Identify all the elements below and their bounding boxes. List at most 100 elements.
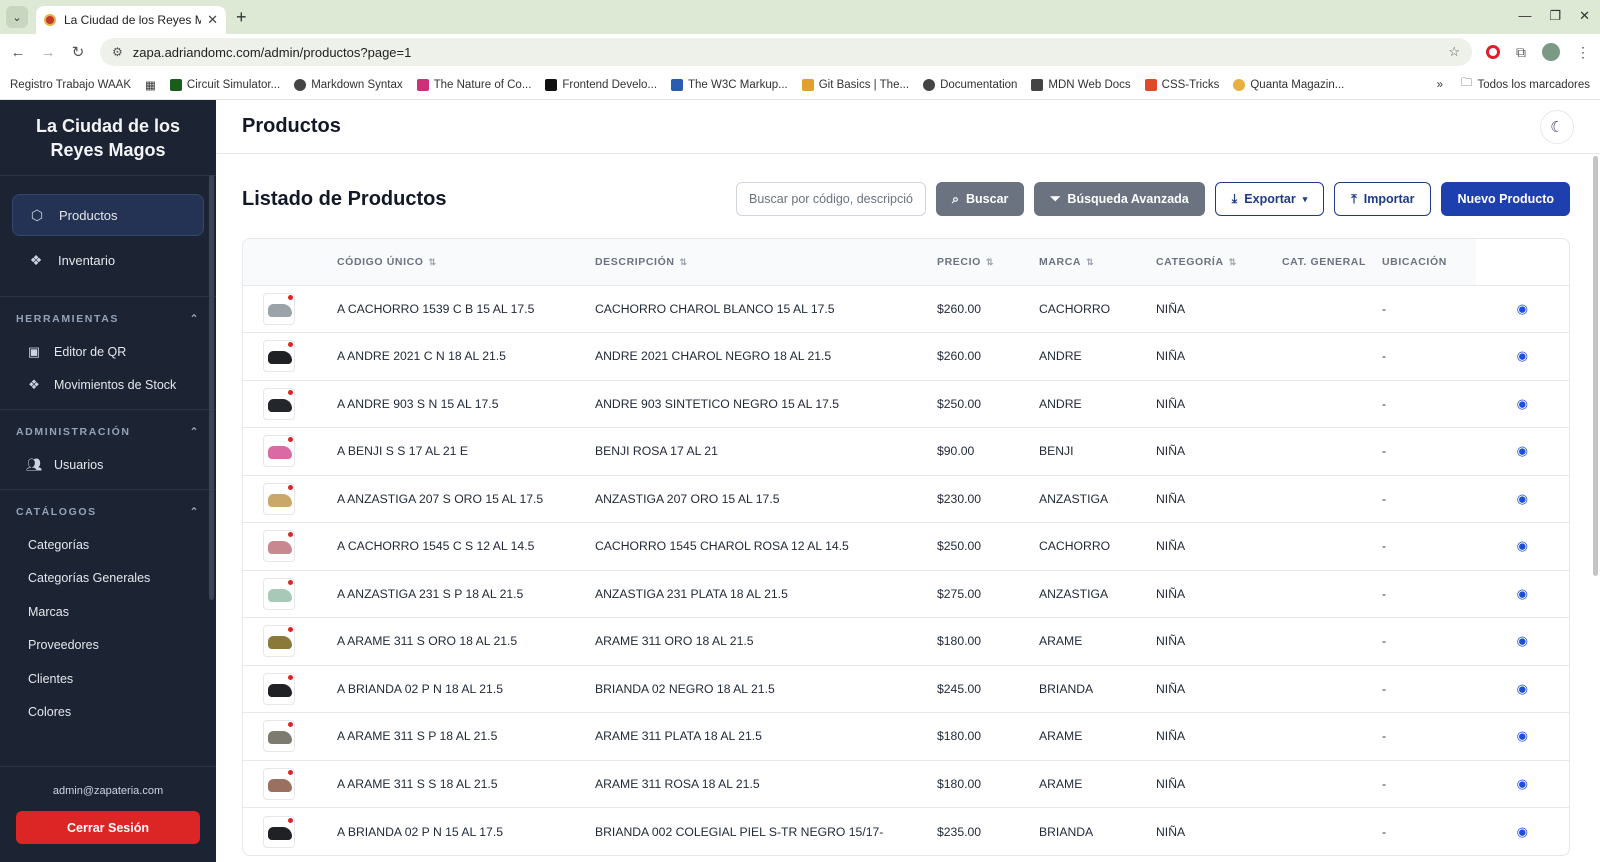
column-header-marca[interactable]: MARCA ⇅ (1039, 239, 1156, 285)
more-bookmarks-icon[interactable]: » (1437, 79, 1443, 91)
import-button[interactable]: ⤒ Importar (1334, 182, 1432, 216)
product-thumbnail[interactable] (263, 340, 295, 373)
tab-search-chevron-icon[interactable]: ⌄ (6, 6, 28, 28)
table-row[interactable]: A ANZASTIGA 231 S P 18 AL 21.5 ANZASTIGA … (243, 570, 1569, 618)
view-eye-icon[interactable]: ◉ (1476, 523, 1570, 571)
product-thumbnail[interactable] (263, 815, 295, 848)
section-header[interactable]: HERRAMIENTAS ⌃ (16, 313, 200, 325)
column-header-descripcion[interactable]: DESCRIPCIÓN ⇅ (595, 239, 937, 285)
bookmark-item[interactable]: Markdown Syntax (294, 78, 403, 91)
all-bookmarks-folder[interactable]: 🗀 Todos los marcadores (1461, 75, 1590, 94)
view-eye-icon[interactable]: ◉ (1476, 713, 1570, 761)
browser-menu-icon[interactable]: ⋮ (1576, 44, 1590, 61)
opera-extension-icon[interactable] (1486, 45, 1500, 59)
table-row[interactable]: A BRIANDA 02 P N 15 AL 17.5 BRIANDA 002 C… (243, 807, 1570, 856)
bookmark-item[interactable]: CSS-Tricks (1144, 78, 1219, 91)
product-thumbnail[interactable] (263, 387, 295, 420)
bookmark-item[interactable]: Circuit Simulator... (169, 78, 280, 91)
table-row[interactable]: A CACHORRO 1539 C B 15 AL 17.5 CACHORRO C… (243, 285, 1569, 333)
sidebar-item-categorias[interactable]: Categorías (16, 528, 200, 562)
bookmark-item[interactable]: Git Basics | The... (801, 78, 909, 91)
table-row[interactable]: A ARAME 311 S ORO 18 AL 21.5 ARAME 311 OR… (243, 617, 1570, 666)
main-scrollbar[interactable] (1593, 156, 1598, 576)
view-eye-icon[interactable]: ◉ (1476, 428, 1570, 476)
search-button[interactable]: ⌕ Buscar (936, 182, 1025, 216)
reload-icon[interactable]: ↻ (70, 43, 86, 61)
sidebar-item-usuarios[interactable]: 👥︎ Usuarios (16, 448, 200, 481)
table-row[interactable]: A BRIANDA 02 P N 18 AL 21.5 BRIANDA 02 NE… (243, 665, 1569, 713)
view-eye-icon[interactable]: ◉ (1476, 760, 1570, 808)
section-header[interactable]: CATÁLOGOS ⌃ (16, 506, 200, 518)
view-eye-icon[interactable]: ◉ (1476, 475, 1570, 523)
table-row[interactable]: A CACHORRO 1545 C S 12 AL 14.5 CACHORRO 1… (243, 522, 1570, 571)
sidebar-item-productos[interactable]: ⬡ Productos (12, 194, 204, 236)
sidebar-item-marcas[interactable]: Marcas (16, 595, 200, 629)
brand-title[interactable]: La Ciudad de los Reyes Magos (0, 100, 216, 176)
bookmark-item[interactable]: Registro Trabajo WAAK (10, 79, 131, 91)
view-eye-icon[interactable]: ◉ (1476, 808, 1570, 856)
close-window-icon[interactable]: ✕ (1579, 8, 1590, 24)
view-eye-icon[interactable]: ◉ (1476, 665, 1570, 713)
table-row[interactable]: A ARAME 311 S P 18 AL 21.5 ARAME 311 PLAT… (243, 712, 1570, 761)
table-row[interactable]: A ANZASTIGA 207 S ORO 15 AL 17.5 ANZASTIG… (243, 475, 1569, 523)
view-eye-icon[interactable]: ◉ (1476, 333, 1570, 381)
product-thumbnail[interactable] (263, 625, 295, 658)
sidebar-item-inventario[interactable]: ❖ Inventario (12, 239, 204, 281)
product-thumbnail[interactable] (263, 482, 295, 515)
bookmark-item[interactable]: The Nature of Co... (416, 78, 531, 91)
restore-icon[interactable]: ❐ (1549, 8, 1561, 24)
minimize-icon[interactable]: — (1518, 8, 1531, 24)
table-row[interactable]: A BENJI S S 17 AL 21 E BENJI ROSA 17 AL 2… (243, 427, 1570, 476)
view-eye-icon[interactable]: ◉ (1476, 618, 1570, 666)
sidebar-item-editor-qr[interactable]: ▣ Editor de QR (16, 335, 200, 368)
cell-ubicacion: - (1382, 776, 1387, 791)
logout-button[interactable]: Cerrar Sesión (16, 811, 200, 844)
bookmark-item[interactable]: The W3C Markup... (671, 78, 788, 91)
profile-avatar[interactable] (1542, 43, 1560, 61)
table-row[interactable]: A ARAME 311 S S 18 AL 21.5 ARAME 311 ROSA… (243, 760, 1569, 808)
bookmark-item[interactable]: MDN Web Docs (1031, 78, 1131, 91)
product-thumbnail[interactable] (263, 767, 295, 800)
address-bar[interactable]: ⚙ zapa.adriandomc.com/admin/productos?pa… (100, 38, 1472, 66)
export-button[interactable]: ⤓ Exportar ▾ (1214, 182, 1325, 216)
theme-toggle-moon-icon[interactable]: ☾ (1540, 109, 1574, 144)
product-thumbnail[interactable] (263, 435, 295, 468)
column-header-categoria[interactable]: CATEGORÍA ⇅ (1156, 239, 1282, 285)
tab-title: La Ciudad de los Reyes Mag (64, 13, 202, 27)
cell-ubicacion: - (1382, 491, 1387, 506)
extensions-puzzle-icon[interactable]: ⧉ (1516, 44, 1526, 61)
browser-tab[interactable]: La Ciudad de los Reyes Mag ✕ (36, 6, 226, 34)
product-thumbnail[interactable] (263, 292, 295, 325)
bookmark-item[interactable]: Documentation (923, 78, 1017, 91)
column-header-codigo[interactable]: CÓDIGO ÚNICO ⇅ (337, 239, 595, 285)
search-input[interactable] (736, 182, 926, 216)
view-eye-icon[interactable]: ◉ (1476, 570, 1570, 618)
product-thumbnail[interactable] (263, 720, 295, 753)
sidebar-item-colores[interactable]: Colores (16, 696, 200, 730)
column-header-precio[interactable]: PRECIO ⇅ (937, 239, 1039, 285)
close-tab-icon[interactable]: ✕ (207, 12, 218, 28)
section-header[interactable]: ADMINISTRACIÓN ⌃ (16, 426, 200, 438)
product-thumbnail[interactable] (263, 530, 295, 563)
apps-grid-icon[interactable]: ▦ (145, 78, 156, 92)
new-product-button[interactable]: Nuevo Producto (1441, 182, 1570, 216)
table-row[interactable]: A ANDRE 903 S N 15 AL 17.5 ANDRE 903 SINT… (243, 380, 1569, 428)
sidebar-item-movimientos-stock[interactable]: ❖ Movimientos de Stock (16, 368, 200, 401)
table-row[interactable]: A ANDRE 2021 C N 18 AL 21.5 ANDRE 2021 CH… (243, 332, 1570, 381)
new-tab-icon[interactable]: + (236, 7, 247, 28)
back-icon[interactable]: ← (10, 44, 26, 61)
bookmark-item[interactable]: Frontend Develo... (545, 78, 657, 91)
bookmark-item[interactable]: Quanta Magazin... (1233, 78, 1344, 91)
bookmark-star-icon[interactable]: ☆ (1448, 44, 1460, 60)
view-eye-icon[interactable]: ◉ (1476, 285, 1570, 333)
forward-icon[interactable]: → (40, 44, 56, 61)
product-thumbnail[interactable] (263, 672, 295, 705)
product-thumbnail[interactable] (263, 577, 295, 610)
site-info-icon[interactable]: ⚙ (112, 45, 123, 59)
sidebar-item-proveedores[interactable]: Proveedores (16, 629, 200, 663)
advanced-search-button[interactable]: ⏷ Búsqueda Avanzada (1034, 182, 1205, 216)
sidebar-item-categorias-generales[interactable]: Categorías Generales (16, 562, 200, 596)
sidebar-item-clientes[interactable]: Clientes (16, 662, 200, 696)
view-eye-icon[interactable]: ◉ (1476, 380, 1570, 428)
sidebar-scrollbar[interactable] (209, 175, 214, 600)
